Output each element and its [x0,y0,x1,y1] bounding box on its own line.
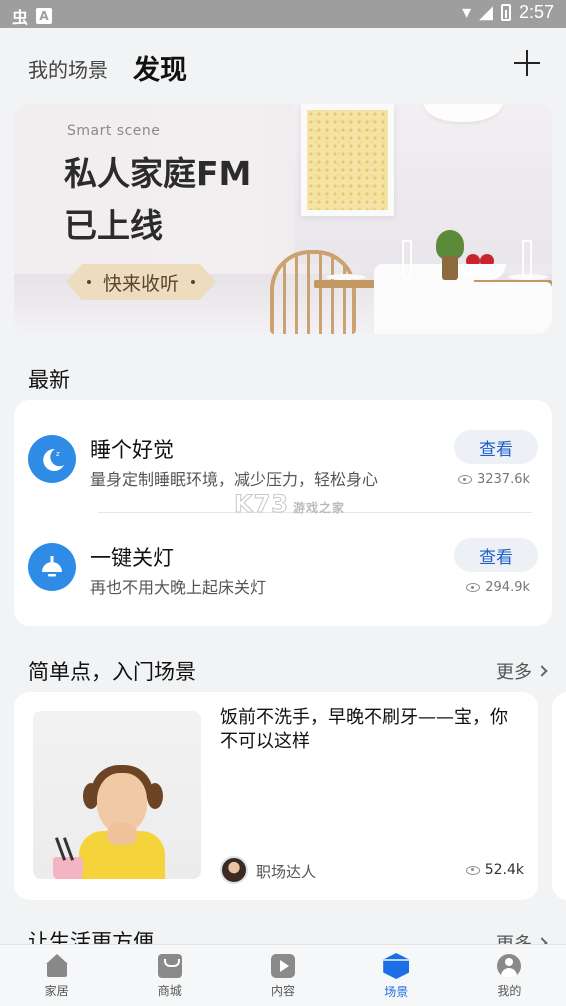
svg-text:z: z [56,450,60,458]
chevron-right-icon [536,665,548,677]
banner-white-chair [374,264,474,334]
banner-wooden-chair [270,250,356,334]
nav-home[interactable]: 家居 [0,945,113,1006]
scene-cube-icon [383,953,410,979]
photo-cup [53,857,83,879]
item-title: 一键关灯 [90,546,174,570]
clock: 2:57 [518,2,554,22]
scene-card-photo [33,711,201,879]
tab-my-scenes[interactable]: 我的场景 [28,54,108,83]
item-desc: 再也不用大晚上起床关灯 [90,578,267,597]
eye-icon [457,475,472,484]
nav-content[interactable]: 内容 [226,945,339,1006]
nav-label: 家居 [44,984,69,998]
banner-plate [326,274,366,280]
list-item-lights-off[interactable]: 一键关灯 再也不用大晚上起床关灯 查看 294.9k [14,512,552,622]
banner-art-frame [301,104,394,216]
plus-icon[interactable] [514,50,540,76]
banner-glass [522,240,532,280]
nav-shop[interactable]: 商城 [113,945,226,1006]
banner-pot [442,256,458,280]
banner-eyebrow: Smart scene [67,123,161,139]
nav-label: 我的 [497,984,522,998]
home-icon [45,954,69,978]
view-count-value: 294.9k [485,580,530,595]
view-count: 3237.6k [457,472,530,487]
tab-discover[interactable]: 发现 [133,48,187,87]
nav-scenes[interactable]: 场景 [340,945,453,1006]
scene-card[interactable]: 饭前不洗手，早晚不刷牙——宝，你不可以这样 职场达人 52.4k [14,692,538,900]
eye-icon [466,583,481,592]
dot-icon [191,280,195,284]
photo-hands [107,823,137,845]
latest-section-title: 最新 [28,368,70,392]
view-count-value: 52.4k [484,862,524,878]
bottom-nav: 家居 商城 内容 场景 我的 [0,944,566,1006]
eye-icon [465,865,480,875]
lamp-icon [28,543,76,591]
view-count: 294.9k [466,580,530,595]
author-name: 职场达人 [256,863,317,881]
status-bar: 虫 A ▾ ◢ 2:57 [0,0,566,28]
signal-icon: ◢ [479,2,493,23]
item-title: 睡个好觉 [90,438,174,462]
header: 我的场景 发现 [0,28,566,102]
author-avatar [220,856,248,884]
simple-section-title: 简单点，入门场景 [28,660,196,684]
user-icon [497,954,522,978]
banner-glass [402,240,412,280]
notification-a-icon: A [36,8,53,24]
latest-card: z 睡个好觉 量身定制睡眠环境，减少压力，轻松身心 查看 3237.6k K73… [14,400,552,626]
dot-icon [87,280,91,284]
battery-icon [500,4,511,21]
more-link[interactable]: 更多 [496,658,548,684]
moon-sleep-icon: z [28,435,76,483]
app-notification-icon: 虫 [12,8,29,27]
view-count: 52.4k [465,862,524,878]
nav-label: 场景 [384,985,409,999]
scene-card-peek[interactable] [552,692,566,900]
promo-banner[interactable]: Smart scene 私人家庭FM 已上线 快来收听 [14,104,552,334]
banner-headline: 私人家庭FM 已上线 [64,148,251,252]
listen-now-button[interactable]: 快来收听 [66,264,216,300]
shop-bag-icon [157,954,182,978]
nav-label: 内容 [271,984,296,998]
item-desc: 量身定制睡眠环境，减少压力，轻松身心 [90,470,379,489]
view-button[interactable]: 查看 [454,538,538,572]
nav-me[interactable]: 我的 [453,945,566,1006]
listen-now-label: 快来收听 [102,272,179,295]
scene-card-title: 饭前不洗手，早晚不刷牙——宝，你不可以这样 [220,707,508,752]
wifi-icon: ▾ [462,2,472,23]
view-count-value: 3237.6k [476,472,530,487]
view-button[interactable]: 查看 [454,430,538,464]
more-label: 更多 [496,662,532,683]
nav-label: 商城 [157,984,182,998]
banner-white-chair [464,282,552,334]
play-icon [271,954,295,978]
banner-headline-line1: 私人家庭FM [64,154,252,193]
banner-headline-line2: 已上线 [64,206,163,245]
